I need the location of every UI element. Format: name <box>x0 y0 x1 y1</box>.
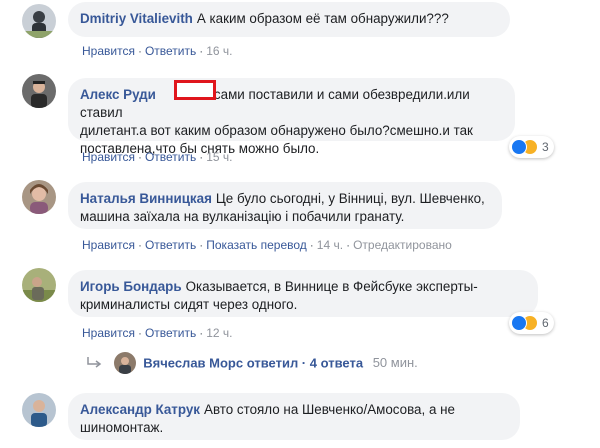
comment-bubble: Наталья Винницкая Це було сьогодні, у Він… <box>68 182 502 229</box>
reply-link[interactable]: Ответить <box>145 150 196 164</box>
comment-text: А каким образом её там обнаружили??? <box>196 11 449 26</box>
avatar[interactable] <box>22 180 56 214</box>
reply-count: ответил · 4 ответа <box>246 355 364 371</box>
like-link[interactable]: Нравится <box>82 326 135 340</box>
comment-actions: Нравится · Ответить · 15 ч. <box>82 150 233 164</box>
comment-actions: Нравится · Ответить · Показать перевод · 14 ч.… <box>82 238 452 252</box>
comment-text-line2: дилетант.а вот каким образом обнаружено … <box>80 123 473 138</box>
comment-bubble: Александр Катрук Авто стояло на Шевченко/… <box>68 393 520 440</box>
comment-author[interactable]: Dmitriy Vitalievith <box>80 11 193 26</box>
avatar[interactable] <box>22 268 56 302</box>
comment-author[interactable]: Наталья Винницкая <box>80 191 212 206</box>
comment-time[interactable]: 14 ч. <box>317 238 343 252</box>
comment-author[interactable]: Александр Катрук <box>80 402 200 417</box>
avatar[interactable] <box>22 74 56 108</box>
avatar[interactable] <box>22 393 56 427</box>
comment-actions: Нравится · Ответить · 12 ч. <box>82 326 233 340</box>
replies-summary[interactable]: Вячеслав Морс ответил · 4 ответа 50 мин. <box>84 352 418 375</box>
like-link[interactable]: Нравится <box>82 150 135 164</box>
comment-author[interactable]: Алекс Руди <box>80 87 156 102</box>
comment-author[interactable]: Игорь Бондарь <box>80 279 182 294</box>
comment-bubble: Dmitriy Vitalievith А каким образом её та… <box>68 2 510 37</box>
redaction-box <box>174 80 216 100</box>
reply-author: Вячеслав Морс <box>143 355 244 371</box>
like-link[interactable]: Нравится <box>82 238 135 252</box>
reply-arrow-icon <box>84 355 106 371</box>
comment-bubble: Игорь Бондарь Оказывается, в Виннице в Фе… <box>68 270 538 317</box>
comment-text-line2: криминалисты сидят через одного. <box>80 297 298 312</box>
comment-time[interactable]: 16 ч. <box>206 44 232 58</box>
avatar[interactable] <box>22 4 56 38</box>
comment-text-line2: шиномонтаж. <box>80 420 164 435</box>
like-reaction-icon <box>511 315 527 331</box>
avatar[interactable] <box>113 352 136 374</box>
like-link[interactable]: Нравится <box>82 44 135 58</box>
comment-text-line2: машина заїхала на вулканізацію і побачил… <box>80 209 405 224</box>
comment-bubble: Алекс Руди сами поставили и сами обезвред… <box>68 78 515 156</box>
reactions-summary[interactable]: 3 <box>509 136 554 158</box>
comment-text-line1: Це було сьогодні, у Вінниці, вул. Шевчен… <box>215 191 485 206</box>
reply-link[interactable]: Ответить <box>145 238 196 252</box>
comment-actions: Нравится · Ответить · 16 ч. <box>82 44 233 58</box>
edited-label[interactable]: Отредактировано <box>353 238 452 252</box>
reaction-count: 3 <box>542 140 549 154</box>
reactions-summary[interactable]: 6 <box>509 312 554 334</box>
comment-time[interactable]: 15 ч. <box>206 150 232 164</box>
reply-time: 50 мин. <box>372 355 418 371</box>
like-reaction-icon <box>511 139 527 155</box>
reply-link[interactable]: Ответить <box>145 326 196 340</box>
comment-time[interactable]: 12 ч. <box>206 326 232 340</box>
show-translation-link[interactable]: Показать перевод <box>206 238 307 252</box>
reaction-count: 6 <box>542 316 549 330</box>
comment-text-line1: Оказывается, в Виннице в Фейсбуке экспер… <box>185 279 478 294</box>
comment-text-line1: Авто стояло на Шевченко/Амосова, а не <box>204 402 455 417</box>
reply-link[interactable]: Ответить <box>145 44 196 58</box>
